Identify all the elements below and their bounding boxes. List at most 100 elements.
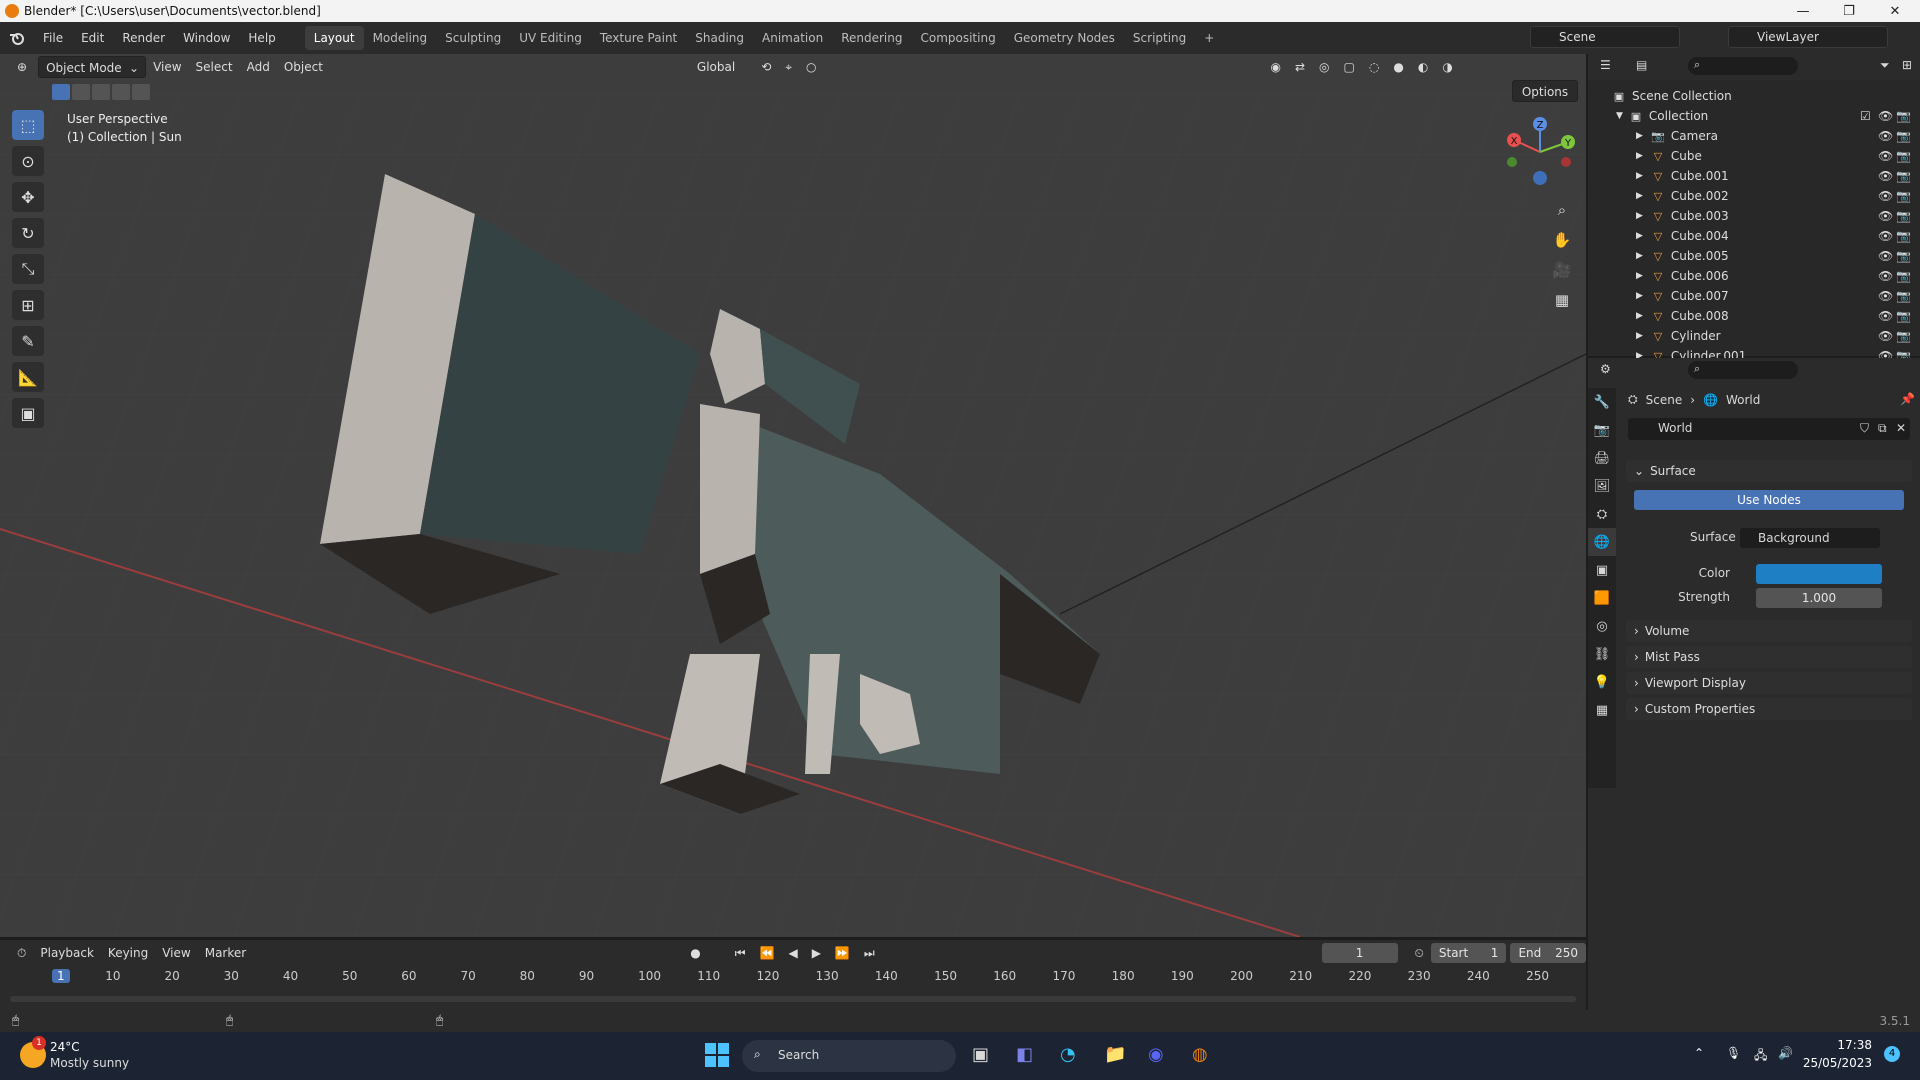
edge-icon[interactable]: ◔: [1060, 1044, 1076, 1065]
volume-panel-header[interactable]: › Volume: [1626, 620, 1912, 642]
select-invert-icon[interactable]: [112, 84, 130, 100]
constraints-tab-icon[interactable]: ⛓: [1588, 640, 1616, 668]
annotate-icon[interactable]: ✎: [12, 326, 44, 356]
clock-time[interactable]: 17:38: [1812, 1038, 1872, 1052]
breadcrumb-world[interactable]: World: [1726, 393, 1760, 407]
add-cube-icon[interactable]: ▣: [12, 398, 44, 428]
eye-icon[interactable]: 👁: [1878, 329, 1893, 343]
menu-render[interactable]: Render: [113, 27, 174, 49]
snap-icon[interactable]: ⌖: [778, 56, 799, 78]
outliner-item[interactable]: ▶ ▽ Cube 👁 📷: [1588, 146, 1920, 166]
camera-render-icon[interactable]: 📷: [1896, 209, 1911, 223]
notification-badge[interactable]: 4: [1884, 1046, 1900, 1062]
menu-help[interactable]: Help: [239, 27, 284, 49]
scene-selector[interactable]: Scene: [1530, 26, 1680, 48]
display-mode-icon[interactable]: ▤: [1636, 58, 1647, 72]
texture-tab-icon[interactable]: ▦: [1588, 696, 1616, 724]
select-box-icon[interactable]: ⬚: [12, 110, 44, 140]
camera-render-icon[interactable]: 📷: [1896, 309, 1911, 323]
timeline-editor-icon[interactable]: ⏱: [10, 942, 33, 964]
expand-arrow-icon[interactable]: ▶: [1636, 211, 1643, 221]
expand-arrow-icon[interactable]: ▶: [1636, 131, 1643, 141]
options-dropdown[interactable]: Options: [1512, 80, 1578, 102]
next-keyframe-icon[interactable]: ⏩: [828, 942, 857, 964]
clock-icon[interactable]: ⏲: [1408, 942, 1431, 964]
checkbox-icon[interactable]: ☑: [1860, 109, 1871, 123]
eye-icon[interactable]: 👁: [1878, 209, 1893, 223]
add-workspace-button[interactable]: +: [1195, 26, 1223, 50]
tab-modeling[interactable]: Modeling: [364, 26, 437, 50]
timeline-ruler[interactable]: 1 10 20 30 40 50 60 70 80 90 100 110 120 130 140 150 160…: [0, 969, 1586, 990]
expand-arrow-icon[interactable]: ▶: [1636, 331, 1643, 341]
shading-rendered-icon[interactable]: ◑: [1435, 56, 1459, 78]
tab-shading[interactable]: Shading: [686, 26, 753, 50]
mist-pass-panel-header[interactable]: › Mist Pass: [1626, 646, 1912, 668]
expand-arrow-icon[interactable]: ▶: [1636, 311, 1643, 321]
menu-object[interactable]: Object: [277, 56, 330, 78]
menu-select[interactable]: Select: [189, 56, 240, 78]
scene-tab-icon[interactable]: ⛭: [1588, 500, 1616, 528]
move-icon[interactable]: ✥: [12, 182, 44, 212]
outliner-item[interactable]: ▶ ▽ Cube.003 👁 📷: [1588, 206, 1920, 226]
duplicate-icon[interactable]: ⧉: [1878, 421, 1887, 436]
expand-arrow-icon[interactable]: ▶: [1636, 191, 1643, 201]
camera-render-icon[interactable]: 📷: [1896, 189, 1911, 203]
strength-field[interactable]: 1.000: [1756, 588, 1882, 608]
gizmo-toggle-icon[interactable]: ⇄: [1288, 56, 1312, 78]
select-intersect-icon[interactable]: [132, 84, 150, 100]
outliner-item[interactable]: ▶ ▽ Cube.007 👁 📷: [1588, 286, 1920, 306]
cursor-icon[interactable]: ⊙: [12, 146, 44, 176]
ortho-grid-icon[interactable]: ▦: [1548, 286, 1576, 314]
transform-icon[interactable]: ⊞: [12, 290, 44, 320]
eye-icon[interactable]: 👁: [1878, 109, 1893, 123]
menu-file[interactable]: File: [34, 27, 72, 49]
tab-texture-paint[interactable]: Texture Paint: [591, 26, 686, 50]
tab-animation[interactable]: Animation: [753, 26, 832, 50]
expand-arrow-icon[interactable]: ▶: [1636, 271, 1643, 281]
menu-add[interactable]: Add: [240, 56, 277, 78]
discord-icon[interactable]: ◉: [1148, 1044, 1164, 1065]
proportional-edit-icon[interactable]: ○: [799, 56, 823, 78]
camera-render-icon[interactable]: 📷: [1896, 129, 1911, 143]
data-tab-icon[interactable]: 💡: [1588, 668, 1616, 696]
eye-icon[interactable]: 👁: [1878, 149, 1893, 163]
editor-type-icon[interactable]: ⊕: [10, 56, 34, 78]
surface-shader-dropdown[interactable]: Background: [1740, 528, 1880, 548]
chevron-up-icon[interactable]: ⌃: [1694, 1046, 1704, 1060]
eye-icon[interactable]: 👁: [1878, 309, 1893, 323]
world-color-swatch[interactable]: [1756, 564, 1882, 584]
use-nodes-button[interactable]: Use Nodes: [1634, 490, 1904, 510]
expand-arrow-icon[interactable]: ▶: [1636, 231, 1643, 241]
microphone-icon[interactable]: 🎙: [1726, 1046, 1741, 1060]
timeline-scrollbar[interactable]: [10, 996, 1576, 1002]
render-tab-icon[interactable]: 📷: [1588, 416, 1616, 444]
end-frame-field[interactable]: End 250: [1510, 943, 1586, 963]
scale-icon[interactable]: ⤡: [12, 254, 44, 284]
unlink-icon[interactable]: ✕: [1896, 421, 1906, 435]
shading-solid-icon[interactable]: ●: [1386, 56, 1410, 78]
close-button[interactable]: ✕: [1872, 0, 1918, 22]
eye-icon[interactable]: 👁: [1878, 269, 1893, 283]
camera-render-icon[interactable]: 📷: [1896, 169, 1911, 183]
maximize-button[interactable]: ❐: [1826, 0, 1872, 22]
windows-start-icon[interactable]: [704, 1042, 730, 1068]
output-tab-icon[interactable]: 🖨: [1588, 444, 1616, 472]
play-icon[interactable]: ▶: [805, 942, 828, 964]
pivot-icon[interactable]: ⟲: [754, 56, 778, 78]
pan-hand-icon[interactable]: ✋: [1548, 226, 1576, 254]
outliner-item[interactable]: ▶ ▽ Cube.006 👁 📷: [1588, 266, 1920, 286]
file-explorer-icon[interactable]: 📁: [1104, 1044, 1126, 1065]
outliner-item[interactable]: ▶ 📷 Camera 👁 📷: [1588, 126, 1920, 146]
tab-compositing[interactable]: Compositing: [911, 26, 1004, 50]
outliner-item[interactable]: ▶ ▽ Cube.001 👁 📷: [1588, 166, 1920, 186]
properties-editor-icon[interactable]: ⚙: [1600, 362, 1611, 376]
measure-icon[interactable]: 📐: [12, 362, 44, 392]
menu-keying[interactable]: Keying: [101, 942, 155, 964]
tab-rendering[interactable]: Rendering: [832, 26, 911, 50]
playhead-frame[interactable]: 1: [52, 969, 70, 983]
clock-date[interactable]: 25/05/2023: [1800, 1056, 1872, 1070]
camera-render-icon[interactable]: 📷: [1896, 149, 1911, 163]
menu-marker[interactable]: Marker: [198, 942, 253, 964]
properties-search-input[interactable]: ⌕: [1688, 361, 1798, 379]
select-subtract-icon[interactable]: [92, 84, 110, 100]
